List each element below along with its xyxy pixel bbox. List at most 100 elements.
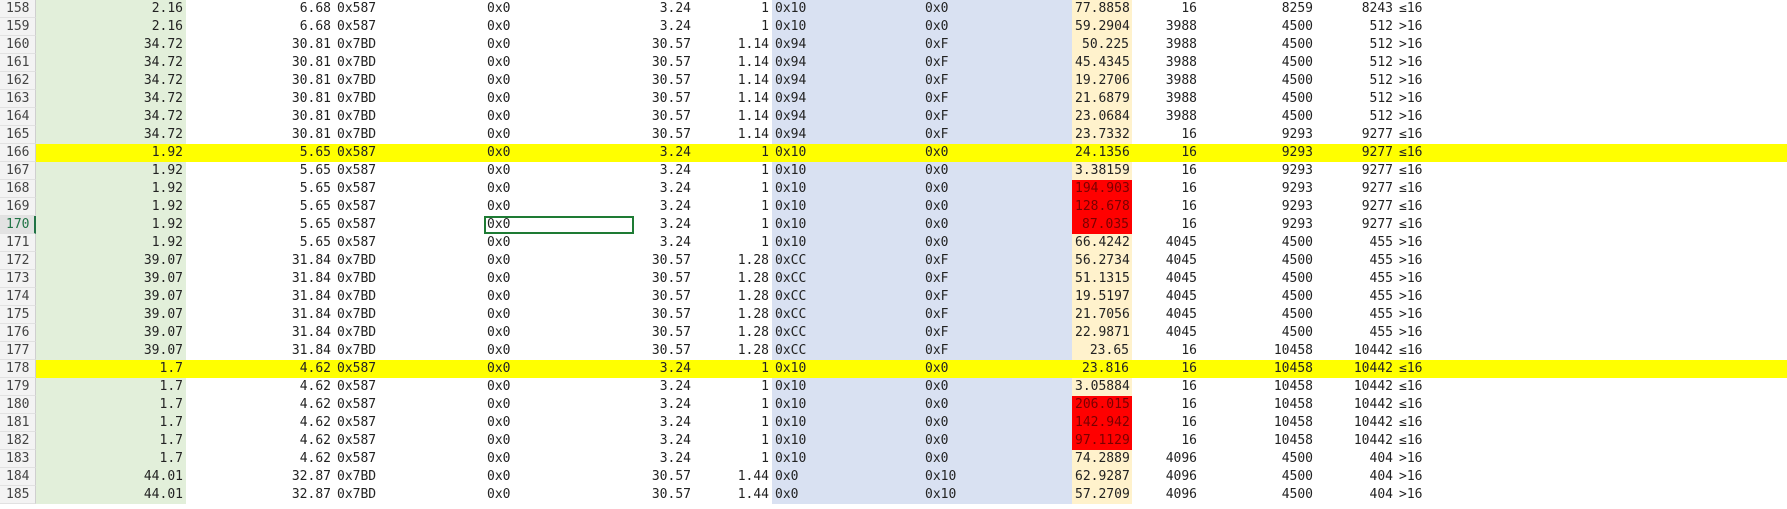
col-e-cell[interactable]: 30.57 [634,36,694,54]
col-e-cell[interactable]: 30.57 [634,288,694,306]
col-a-cell[interactable]: 1.92 [36,180,186,198]
col-h-cell[interactable]: 0x0 [922,234,1072,252]
col-a-cell[interactable]: 34.72 [36,72,186,90]
col-c-cell[interactable]: 0x7BD [334,342,484,360]
col-h-cell[interactable]: 0x0 [922,414,1072,432]
col-j-cell[interactable]: 16 [1132,360,1200,378]
col-a-cell[interactable]: 39.07 [36,288,186,306]
col-j-cell[interactable]: 3988 [1132,72,1200,90]
col-j-cell[interactable]: 4045 [1132,252,1200,270]
col-e-cell[interactable]: 3.24 [634,450,694,468]
col-d-cell[interactable]: 0x0 [484,162,634,180]
col-l-cell[interactable]: 512 [1316,54,1396,72]
row-header[interactable]: 176 [0,324,36,342]
col-k-cell[interactable]: 10458 [1200,378,1316,396]
col-e-cell[interactable]: 3.24 [634,396,694,414]
col-b-cell[interactable]: 4.62 [186,450,334,468]
col-d-cell[interactable]: 0x0 [484,234,634,252]
col-b-cell[interactable]: 31.84 [186,306,334,324]
col-m-cell[interactable]: >16 [1396,252,1456,270]
col-i-cell[interactable]: 206.015 [1072,396,1132,414]
col-f-cell[interactable]: 1 [694,378,772,396]
col-g-cell[interactable]: 0x94 [772,54,922,72]
col-d-cell[interactable]: 0x0 [484,288,634,306]
col-d-cell[interactable]: 0x0 [484,144,634,162]
col-h-cell[interactable]: 0x10 [922,486,1072,504]
col-c-cell[interactable]: 0x587 [334,450,484,468]
row-header[interactable]: 167 [0,162,36,180]
row-header[interactable]: 179 [0,378,36,396]
col-g-cell[interactable]: 0x10 [772,144,922,162]
col-a-cell[interactable]: 1.92 [36,198,186,216]
col-k-cell[interactable]: 4500 [1200,54,1316,72]
col-g-cell[interactable]: 0x10 [772,180,922,198]
row-header[interactable]: 175 [0,306,36,324]
col-a-cell[interactable]: 39.07 [36,306,186,324]
col-k-cell[interactable]: 10458 [1200,432,1316,450]
col-f-cell[interactable]: 1 [694,414,772,432]
col-i-cell[interactable]: 87.035 [1072,216,1132,234]
col-b-cell[interactable]: 6.68 [186,0,334,18]
col-c-cell[interactable]: 0x7BD [334,90,484,108]
col-b-cell[interactable]: 4.62 [186,396,334,414]
col-k-cell[interactable]: 9293 [1200,198,1316,216]
col-k-cell[interactable]: 8259 [1200,0,1316,18]
col-i-cell[interactable]: 97.1129 [1072,432,1132,450]
col-e-cell[interactable]: 30.57 [634,72,694,90]
col-d-cell[interactable]: 0x0 [484,450,634,468]
col-l-cell[interactable]: 10442 [1316,414,1396,432]
col-j-cell[interactable]: 3988 [1132,54,1200,72]
col-c-cell[interactable]: 0x587 [334,0,484,18]
col-d-cell[interactable]: 0x0 [484,432,634,450]
col-k-cell[interactable]: 4500 [1200,486,1316,504]
col-m-cell[interactable]: ≤16 [1396,432,1456,450]
col-f-cell[interactable]: 1 [694,234,772,252]
col-a-cell[interactable]: 2.16 [36,18,186,36]
col-m-cell[interactable]: >16 [1396,486,1456,504]
col-h-cell[interactable]: 0x0 [922,396,1072,414]
col-f-cell[interactable]: 1.44 [694,468,772,486]
row-header[interactable]: 161 [0,54,36,72]
col-f-cell[interactable]: 1 [694,144,772,162]
col-d-cell[interactable]: 0x0 [484,252,634,270]
col-j-cell[interactable]: 16 [1132,126,1200,144]
col-f-cell[interactable]: 1 [694,180,772,198]
col-h-cell[interactable]: 0xF [922,72,1072,90]
col-l-cell[interactable]: 9277 [1316,216,1396,234]
col-m-cell[interactable]: >16 [1396,234,1456,252]
col-f-cell[interactable]: 1.28 [694,270,772,288]
col-a-cell[interactable]: 34.72 [36,36,186,54]
col-i-cell[interactable]: 22.9871 [1072,324,1132,342]
col-j-cell[interactable]: 4045 [1132,288,1200,306]
col-a-cell[interactable]: 1.92 [36,162,186,180]
col-c-cell[interactable]: 0x587 [334,180,484,198]
col-i-cell[interactable]: 21.6879 [1072,90,1132,108]
col-l-cell[interactable]: 10442 [1316,342,1396,360]
col-h-cell[interactable]: 0xF [922,342,1072,360]
col-m-cell[interactable]: ≤16 [1396,162,1456,180]
col-e-cell[interactable]: 30.57 [634,126,694,144]
col-l-cell[interactable]: 8243 [1316,0,1396,18]
col-b-cell[interactable]: 4.62 [186,414,334,432]
col-k-cell[interactable]: 9293 [1200,144,1316,162]
col-i-cell[interactable]: 194.903 [1072,180,1132,198]
col-c-cell[interactable]: 0x7BD [334,486,484,504]
col-f-cell[interactable]: 1.44 [694,486,772,504]
col-a-cell[interactable]: 44.01 [36,486,186,504]
col-m-cell[interactable]: >16 [1396,450,1456,468]
row-header[interactable]: 178 [0,360,36,378]
col-a-cell[interactable]: 1.7 [36,360,186,378]
col-a-cell[interactable]: 1.92 [36,216,186,234]
col-l-cell[interactable]: 404 [1316,468,1396,486]
col-d-cell[interactable]: 0x0 [484,90,634,108]
col-a-cell[interactable]: 34.72 [36,54,186,72]
col-f-cell[interactable]: 1 [694,0,772,18]
col-a-cell[interactable]: 34.72 [36,90,186,108]
col-e-cell[interactable]: 30.57 [634,90,694,108]
col-h-cell[interactable]: 0xF [922,252,1072,270]
col-c-cell[interactable]: 0x587 [334,396,484,414]
col-h-cell[interactable]: 0x0 [922,378,1072,396]
col-l-cell[interactable]: 404 [1316,450,1396,468]
col-i-cell[interactable]: 62.9287 [1072,468,1132,486]
col-d-cell[interactable]: 0x0 [484,342,634,360]
